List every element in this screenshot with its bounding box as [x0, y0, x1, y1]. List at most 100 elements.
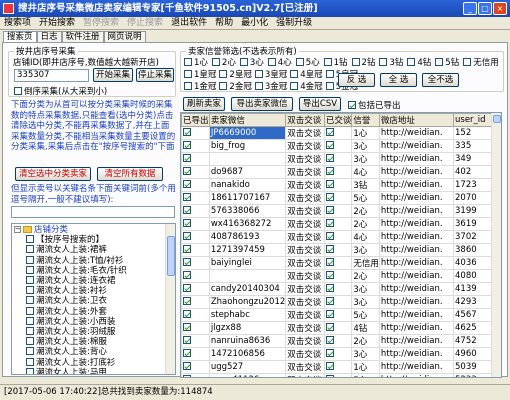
table-row[interactable]: zmrn41126双击交谈5心http://weidian.5233: [181, 373, 501, 377]
tree-item-checkbox[interactable]: [26, 337, 34, 346]
seller-wechat-cell[interactable]: do9687: [208, 165, 287, 179]
row-checkbox[interactable]: [325, 153, 334, 162]
row-checkbox[interactable]: [183, 140, 191, 149]
maximize-button[interactable]: □: [478, 2, 492, 15]
seller-wechat-cell[interactable]: 408786193: [208, 230, 287, 244]
collapse-icon[interactable]: −: [14, 225, 21, 233]
row-checkbox[interactable]: [183, 153, 191, 162]
tree-item-checkbox[interactable]: [26, 357, 34, 366]
table-row[interactable]: 1271397459 双击交谈 3心 http://weidian. 3860: [181, 243, 501, 257]
row-checkbox[interactable]: [183, 374, 191, 377]
tree-item-checkbox[interactable]: [26, 235, 34, 244]
credit-option-box[interactable]: [323, 57, 332, 66]
seller-wechat-cell[interactable]: 1271397459: [208, 243, 287, 257]
tree-item-checkbox[interactable]: [26, 326, 34, 335]
row-checkbox-cell[interactable]: [181, 126, 210, 140]
shop-url-cell[interactable]: http://weidian.: [378, 321, 455, 335]
table-row[interactable]: wx416368272 双击交谈 2心 http://weidian. 3619: [181, 217, 501, 231]
row-checkbox-cell[interactable]: [323, 243, 353, 257]
credit-option[interactable]: 无信用: [463, 56, 499, 68]
chat-cell[interactable]: 双击交谈: [285, 217, 325, 231]
column-header[interactable]: 微店地址: [378, 113, 455, 127]
seller-wechat-cell[interactable]: wx416368272: [208, 217, 287, 231]
row-checkbox[interactable]: [183, 296, 191, 305]
row-checkbox[interactable]: [325, 374, 334, 377]
chat-cell[interactable]: 双击交谈: [285, 308, 325, 322]
chat-cell[interactable]: 双击交谈: [285, 256, 325, 270]
credit-option-box[interactable]: [211, 57, 220, 66]
chat-cell[interactable]: 双击交谈: [285, 243, 325, 257]
chat-cell[interactable]: 双击交谈: [285, 152, 325, 166]
shop-url-cell[interactable]: http://weidian.: [378, 126, 455, 140]
credit-option-box[interactable]: [184, 81, 192, 90]
row-checkbox-cell[interactable]: [323, 165, 353, 179]
include-exported-checkbox[interactable]: 包括已导出: [348, 99, 401, 111]
row-checkbox-cell[interactable]: [323, 347, 353, 361]
clear-selected-category-button[interactable]: 清空选中分类卖家: [15, 167, 91, 181]
tree-scrollbar[interactable]: [165, 224, 175, 374]
seller-wechat-cell[interactable]: big_frog: [208, 139, 287, 153]
credit-option-box[interactable]: [379, 57, 388, 66]
credit-option[interactable]: 2金冠: [219, 80, 252, 92]
stop-collect-button[interactable]: 停止采集: [136, 68, 174, 82]
row-checkbox-cell[interactable]: [323, 256, 353, 270]
table-row[interactable]: do9687 双击交谈 4心 http://weidian. 402: [181, 165, 501, 179]
chat-cell[interactable]: 双击交谈: [285, 165, 325, 179]
row-checkbox[interactable]: [325, 348, 334, 357]
invert-select-button[interactable]: 反 选: [338, 73, 375, 87]
table-row[interactable]: nanruina8636 双击交谈 2心 http://weidian. 4752: [181, 334, 501, 348]
grid-scroll-thumb[interactable]: [493, 115, 501, 123]
chat-cell[interactable]: 双击交谈: [285, 191, 325, 205]
clear-all-data-button[interactable]: 清空所有数据: [97, 167, 163, 181]
seller-wechat-cell[interactable]: candy20140304: [208, 282, 287, 296]
row-checkbox-cell[interactable]: [181, 178, 210, 192]
row-checkbox[interactable]: [183, 231, 191, 240]
row-checkbox-cell[interactable]: [181, 230, 210, 244]
row-checkbox-cell[interactable]: [323, 204, 353, 218]
row-checkbox[interactable]: [325, 335, 334, 344]
menu-item-5[interactable]: 帮助: [211, 17, 237, 29]
credit-option-box[interactable]: [295, 57, 304, 66]
table-row[interactable]: jlgzx88 双击交谈 4钻 http://weidian. 4625: [181, 321, 501, 335]
menu-item-4[interactable]: 退出软件: [167, 17, 211, 29]
credit-option[interactable]: 3金冠: [254, 80, 287, 92]
export-wechat-button[interactable]: 导出卖家微信: [231, 97, 293, 111]
shop-url-cell[interactable]: http://weidian.: [378, 282, 455, 296]
row-checkbox[interactable]: [325, 322, 334, 331]
row-checkbox-cell[interactable]: [323, 334, 353, 348]
row-checkbox[interactable]: [183, 283, 191, 292]
chat-cell[interactable]: 双击交谈: [285, 334, 325, 348]
row-checkbox[interactable]: [183, 192, 191, 201]
seller-wechat-cell[interactable]: JP6669000: [208, 126, 287, 140]
row-checkbox-cell[interactable]: [181, 217, 210, 231]
row-checkbox-cell[interactable]: [181, 269, 210, 283]
table-row[interactable]: candy20140304 双击交谈 3心 http://weidian. 4139: [181, 282, 501, 296]
row-checkbox-cell[interactable]: [181, 191, 210, 205]
minimize-button[interactable]: _: [463, 2, 477, 15]
row-checkbox-cell[interactable]: [181, 321, 210, 335]
shop-url-cell[interactable]: http://weidian.: [378, 152, 455, 166]
seller-wechat-cell[interactable]: 576338066: [208, 204, 287, 218]
row-checkbox-cell[interactable]: [323, 191, 353, 205]
column-header[interactable]: 双击交谈: [285, 113, 325, 127]
menu-item-2[interactable]: 暂停搜索: [79, 17, 123, 29]
chat-cell[interactable]: 双击交谈: [285, 269, 325, 283]
chat-cell[interactable]: 双击交谈: [285, 295, 325, 309]
credit-option[interactable]: 4钻: [407, 56, 431, 68]
table-row[interactable]: JP6669000 双击交谈 1心 http://weidian. 152: [181, 126, 501, 140]
row-checkbox-cell[interactable]: [181, 334, 210, 348]
row-checkbox[interactable]: [325, 218, 334, 227]
table-row[interactable]: stephabc 双击交谈 5心 http://weidian. 4567: [181, 308, 501, 322]
shop-url-cell[interactable]: http://weidian.: [378, 295, 455, 309]
menu-item-6[interactable]: 最小化: [237, 17, 272, 29]
column-header[interactable]: 卖家微信: [208, 113, 287, 127]
credit-option[interactable]: 1钻: [323, 56, 348, 68]
chat-cell[interactable]: 双击交谈: [285, 204, 325, 218]
tree-item-checkbox[interactable]: [26, 286, 34, 295]
seller-wechat-cell[interactable]: Zhaohongzu2012: [208, 295, 287, 309]
select-all-button[interactable]: 全 选: [380, 73, 417, 87]
column-header[interactable]: 已导出: [181, 113, 210, 127]
row-checkbox[interactable]: [183, 166, 191, 175]
row-checkbox-cell[interactable]: [323, 373, 353, 377]
tree-item-checkbox[interactable]: [26, 265, 34, 274]
